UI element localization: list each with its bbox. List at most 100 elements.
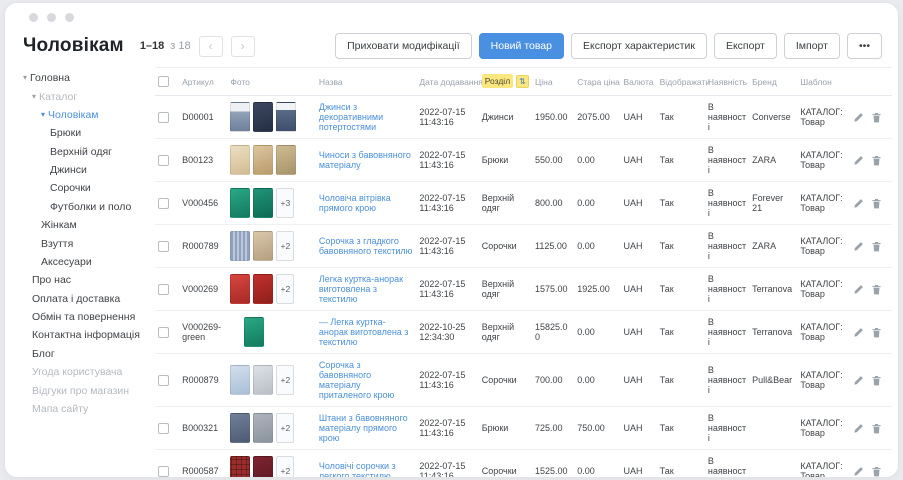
row-checkbox[interactable] <box>158 466 169 477</box>
row-checkbox[interactable] <box>158 423 169 434</box>
product-name-link[interactable]: Джинси з декоративними потертостями <box>319 102 383 132</box>
row-checkbox[interactable] <box>158 284 169 295</box>
sidebar-item-1[interactable]: ▾Каталог <box>13 87 155 105</box>
product-thumbnail[interactable] <box>253 231 273 261</box>
row-checkbox[interactable] <box>158 327 169 338</box>
more-photos-badge[interactable]: +2 <box>276 274 294 304</box>
product-thumbnail[interactable] <box>230 456 250 477</box>
sidebar-item-16[interactable]: Угода користувача <box>13 363 155 381</box>
product-name-link[interactable]: Сорочка з гладкого бавовняного текстилю <box>319 236 413 256</box>
sort-icon[interactable]: ⇅ <box>516 75 529 88</box>
product-thumbnail[interactable] <box>230 231 250 261</box>
sidebar-item-7[interactable]: Футболки и поло <box>13 198 155 216</box>
product-name-link[interactable]: — Легка куртка-анорак виготовлена з текс… <box>319 317 409 347</box>
delete-icon[interactable] <box>871 423 882 434</box>
edit-icon[interactable] <box>853 284 864 295</box>
delete-icon[interactable] <box>871 198 882 209</box>
product-thumbnail[interactable] <box>276 145 296 175</box>
more-photos-badge[interactable]: +2 <box>276 413 294 443</box>
hide-modifications-button[interactable]: Приховати модифікації <box>335 33 472 59</box>
prev-page-button[interactable]: ‹ <box>199 36 223 57</box>
delete-icon[interactable] <box>871 466 882 477</box>
sidebar-item-4[interactable]: Верхній одяг <box>13 143 155 161</box>
more-photos-badge[interactable]: +3 <box>276 188 294 218</box>
column-header-brand[interactable]: Бренд <box>749 68 797 96</box>
delete-icon[interactable] <box>871 284 882 295</box>
sidebar-item-17[interactable]: Відгуки про магазин <box>13 381 155 399</box>
product-thumbnail[interactable] <box>253 102 273 132</box>
export-button[interactable]: Експорт <box>714 33 777 59</box>
sidebar-item-12[interactable]: Оплата і доставка <box>13 290 155 308</box>
product-name-link[interactable]: Сорочка з бавовняного матеріалу притален… <box>319 360 394 400</box>
sidebar-item-3[interactable]: Брюки <box>13 124 155 142</box>
more-photos-badge[interactable]: +2 <box>276 456 294 477</box>
row-checkbox[interactable] <box>158 155 169 166</box>
product-thumbnail[interactable] <box>230 365 250 395</box>
column-header-section[interactable]: Розділ⇅ <box>479 68 532 96</box>
column-header-date[interactable]: Дата додавання <box>416 68 478 96</box>
delete-icon[interactable] <box>871 241 882 252</box>
edit-icon[interactable] <box>853 112 864 123</box>
edit-icon[interactable] <box>853 375 864 386</box>
sidebar-item-10[interactable]: Аксесуари <box>13 253 155 271</box>
sidebar-item-9[interactable]: Взуття <box>13 234 155 252</box>
product-name-link[interactable]: Чоловіча вітрівка прямого крою <box>319 193 391 213</box>
product-thumbnail[interactable] <box>276 102 296 132</box>
sidebar-item-18[interactable]: Мапа сайту <box>13 400 155 418</box>
product-thumbnail[interactable] <box>244 317 264 347</box>
column-header-article[interactable]: Артикул <box>179 68 227 96</box>
sidebar-item-6[interactable]: Сорочки <box>13 179 155 197</box>
product-thumbnail[interactable] <box>230 102 250 132</box>
column-header-photo[interactable]: Фото <box>227 68 315 96</box>
delete-icon[interactable] <box>871 327 882 338</box>
product-thumbnail[interactable] <box>253 188 273 218</box>
more-photos-badge[interactable]: +2 <box>276 231 294 261</box>
sidebar-item-11[interactable]: Про нас <box>13 271 155 289</box>
column-header-old_price[interactable]: Стара ціна <box>574 68 620 96</box>
delete-icon[interactable] <box>871 155 882 166</box>
edit-icon[interactable] <box>853 327 864 338</box>
more-button[interactable]: ••• <box>847 33 882 59</box>
column-header-template[interactable]: Шаблон <box>797 68 849 96</box>
export-characteristics-button[interactable]: Експорт характеристик <box>571 33 707 59</box>
product-thumbnail[interactable] <box>253 145 273 175</box>
product-thumbnail[interactable] <box>230 413 250 443</box>
product-thumbnail[interactable] <box>230 188 250 218</box>
product-name-link[interactable]: Чоловічі сорочки з легкого текстилю <box>319 461 396 477</box>
sidebar-item-0[interactable]: ▾Головна <box>13 69 155 87</box>
sidebar-item-13[interactable]: Обмін та повернення <box>13 308 155 326</box>
edit-icon[interactable] <box>853 155 864 166</box>
sidebar-item-5[interactable]: Джинси <box>13 161 155 179</box>
new-product-button[interactable]: Новий товар <box>479 33 564 59</box>
sidebar-item-14[interactable]: Контактна інформація <box>13 326 155 344</box>
sidebar-item-15[interactable]: Блог <box>13 345 155 363</box>
row-checkbox[interactable] <box>158 198 169 209</box>
row-checkbox[interactable] <box>158 375 169 386</box>
product-thumbnail[interactable] <box>230 274 250 304</box>
product-name-link[interactable]: Штани з бавовняного матеріалу прямого кр… <box>319 413 408 443</box>
column-header-price[interactable]: Ціна <box>532 68 574 96</box>
product-thumbnail[interactable] <box>230 145 250 175</box>
edit-icon[interactable] <box>853 466 864 477</box>
more-photos-badge[interactable]: +2 <box>276 365 294 395</box>
delete-icon[interactable] <box>871 375 882 386</box>
column-header-currency[interactable]: Валюта <box>620 68 656 96</box>
next-page-button[interactable]: › <box>231 36 255 57</box>
product-name-link[interactable]: Чиноси з бавовняного матеріалу <box>319 150 411 170</box>
product-thumbnail[interactable] <box>253 274 273 304</box>
select-all-checkbox[interactable] <box>158 76 169 87</box>
edit-icon[interactable] <box>853 423 864 434</box>
product-thumbnail[interactable] <box>253 365 273 395</box>
sidebar-item-8[interactable]: Жінкам <box>13 216 155 234</box>
delete-icon[interactable] <box>871 112 882 123</box>
import-button[interactable]: Імпорт <box>784 33 840 59</box>
column-header-display[interactable]: Відображати <box>657 68 705 96</box>
product-thumbnail[interactable] <box>253 456 273 477</box>
edit-icon[interactable] <box>853 241 864 252</box>
edit-icon[interactable] <box>853 198 864 209</box>
column-header-stock[interactable]: Наявність <box>705 68 749 96</box>
row-checkbox[interactable] <box>158 241 169 252</box>
row-checkbox[interactable] <box>158 112 169 123</box>
column-header-name[interactable]: Назва <box>316 68 417 96</box>
product-thumbnail[interactable] <box>253 413 273 443</box>
